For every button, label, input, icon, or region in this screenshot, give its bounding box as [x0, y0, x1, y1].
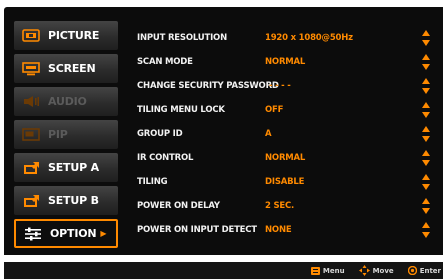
setting-row-tiling-menu-lock[interactable]: TILING MENU LOCK OFF — [137, 101, 437, 119]
enter-hint: Enter — [407, 266, 441, 275]
enter-icon — [407, 266, 417, 275]
sidebar-item-label: PICTURE — [48, 29, 100, 42]
footer-hint-bar: Menu Move Enter — [4, 262, 443, 279]
setting-value: 2 SEC. — [265, 201, 295, 211]
sidebar-item-label: SETUP B — [48, 194, 99, 207]
audio-icon — [22, 95, 40, 109]
setup-b-icon — [22, 194, 40, 208]
sidebar-item-setup-b[interactable]: SETUP B — [14, 186, 118, 215]
chevron-right-icon: ▶ — [100, 229, 107, 238]
setting-row-group-id[interactable]: GROUP ID A — [137, 125, 437, 143]
menu-hint: Menu — [310, 266, 345, 275]
osd-menu: PICTURE SCREEN AUDIO PIP SETUP A SETUP B… — [0, 0, 443, 279]
setting-name: POWER ON DELAY — [137, 201, 220, 211]
enter-hint-label: Enter — [419, 266, 441, 275]
setting-row-ir-control[interactable]: IR CONTROL NORMAL — [137, 149, 437, 167]
up-down-arrows-icon[interactable] — [422, 150, 430, 166]
setting-value: 1920 x 1080@50Hz — [265, 33, 353, 43]
setting-row-input-resolution[interactable]: INPUT RESOLUTION 1920 x 1080@50Hz — [137, 29, 437, 47]
up-down-arrows-icon[interactable] — [422, 222, 430, 238]
setting-row-tiling[interactable]: TILING DISABLE — [137, 173, 437, 191]
menu-icon — [310, 266, 320, 275]
setting-name: TILING MENU LOCK — [137, 105, 225, 115]
setting-row-change-security-password[interactable]: CHANGE SECURITY PASSWORD - - - - — [137, 77, 437, 95]
sidebar-item-audio[interactable]: AUDIO — [14, 87, 118, 116]
up-down-arrows-icon[interactable] — [422, 174, 430, 190]
setting-value: DISABLE — [265, 177, 305, 187]
setting-name: SCAN MODE — [137, 57, 193, 67]
setting-value: - - - - — [269, 81, 291, 91]
up-down-arrows-icon[interactable] — [422, 54, 430, 70]
sidebar-item-label: OPTION — [50, 227, 97, 240]
setting-name: POWER ON INPUT DETECT — [137, 225, 257, 235]
setting-value: NORMAL — [265, 57, 306, 67]
setting-value: NONE — [265, 225, 292, 235]
setting-row-scan-mode[interactable]: SCAN MODE NORMAL — [137, 53, 437, 71]
sidebar-item-label: AUDIO — [48, 95, 87, 108]
move-hint-label: Move — [372, 266, 394, 275]
setting-name: CHANGE SECURITY PASSWORD — [137, 81, 279, 91]
sidebar-item-picture[interactable]: PICTURE — [14, 21, 118, 50]
picture-icon — [22, 29, 40, 43]
setting-row-power-on-input-detect[interactable]: POWER ON INPUT DETECT NONE — [137, 221, 437, 239]
sidebar-item-setup-a[interactable]: SETUP A — [14, 153, 118, 182]
sidebar: PICTURE SCREEN AUDIO PIP SETUP A SETUP B… — [14, 21, 118, 254]
up-down-arrows-icon[interactable] — [422, 126, 430, 142]
pip-icon — [22, 128, 40, 142]
setting-name: INPUT RESOLUTION — [137, 33, 227, 43]
sidebar-item-pip[interactable]: PIP — [14, 120, 118, 149]
main-panel: PICTURE SCREEN AUDIO PIP SETUP A SETUP B… — [4, 7, 443, 255]
setting-value: OFF — [265, 105, 284, 115]
up-down-arrows-icon[interactable] — [422, 198, 430, 214]
sidebar-item-option[interactable]: OPTION ▶ — [14, 219, 118, 248]
setup-a-icon — [22, 161, 40, 175]
up-down-arrows-icon[interactable] — [422, 78, 430, 94]
setting-name: GROUP ID — [137, 129, 183, 139]
move-hint: Move — [358, 265, 394, 276]
move-arrows-icon — [358, 265, 370, 276]
setting-name: TILING — [137, 177, 168, 187]
sidebar-item-label: SETUP A — [48, 161, 99, 174]
sidebar-item-screen[interactable]: SCREEN — [14, 54, 118, 83]
setting-row-power-on-delay[interactable]: POWER ON DELAY 2 SEC. — [137, 197, 437, 215]
menu-hint-label: Menu — [322, 266, 345, 275]
option-icon — [24, 227, 42, 241]
up-down-arrows-icon[interactable] — [422, 30, 430, 46]
sidebar-item-label: PIP — [48, 128, 68, 141]
setting-name: IR CONTROL — [137, 153, 194, 163]
sidebar-item-label: SCREEN — [48, 62, 96, 75]
setting-value: NORMAL — [265, 153, 306, 163]
screen-icon — [22, 61, 40, 76]
setting-value: A — [265, 129, 272, 139]
up-down-arrows-icon[interactable] — [422, 102, 430, 118]
